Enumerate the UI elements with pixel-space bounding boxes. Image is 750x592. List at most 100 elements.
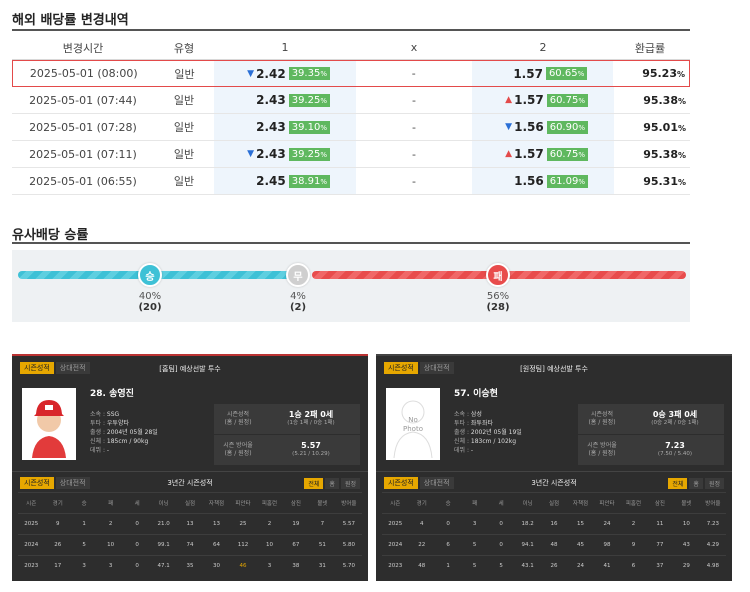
stats-table: 시즌 경기 승 패 세 이닝 실점 자책점 피안타 피홈런 삼진 볼넷 방어율 2025 9 1 2 0 21.0… <box>18 492 362 576</box>
away-odds: 1.57 <box>513 66 543 81</box>
stats-cell: 2025 <box>24 521 39 527</box>
filter-away[interactable]: 원정 <box>704 478 724 489</box>
home-pct-badge: 39.25% <box>288 147 330 161</box>
stats-cell: 2024 <box>24 542 39 548</box>
stats-cell: 7.23 <box>706 521 719 527</box>
stats-cell: 5.70 <box>342 563 355 569</box>
stats-cell: 0 <box>446 521 450 527</box>
stats-cell: 35 <box>186 563 194 569</box>
stats-cell: 4.29 <box>706 542 719 548</box>
header-draw: x <box>410 41 418 54</box>
filter-home[interactable]: 홈 <box>689 478 703 489</box>
player-name: 28. 송영진 <box>90 389 134 399</box>
header-refund: 환급률 <box>634 41 666 55</box>
win-stat: 40% (20) <box>130 291 170 313</box>
season-label: 시즌성적 (홈 / 원정) <box>224 411 252 426</box>
odds-row[interactable]: 2025-05-01 (07:11) 일반 ▼ 2.43 39.25% - ▲ 1.5… <box>12 141 690 168</box>
stats-cell: 2025 <box>388 521 403 527</box>
label-debut: 데뷔 : <box>90 447 105 454</box>
stats-cell: 29 <box>682 563 690 569</box>
loss-dot: 패 <box>486 263 510 287</box>
stats-cell: 1 <box>82 521 86 527</box>
row-time: 2025-05-01 (08:00) <box>29 67 138 80</box>
stats-col-header: 자책점 <box>208 501 225 507</box>
home-down-arrow-icon: ▼ <box>247 149 255 159</box>
away-down-arrow-icon: ▼ <box>505 122 513 132</box>
away-odds: 1.57 <box>514 93 544 107</box>
label-body: 신체 : <box>90 438 105 445</box>
row-draw: - <box>412 147 416 161</box>
stats-cell: 5.80 <box>342 542 355 548</box>
stats-cell: 25 <box>239 521 247 527</box>
stats-cell: 43 <box>682 542 690 548</box>
away-pct: 60.75 <box>549 148 579 160</box>
row-refund: 95.38% <box>643 147 686 161</box>
away-pct-badge: 60.65% <box>545 67 588 80</box>
stats-filters: 전체 홈 원정 <box>668 478 724 489</box>
home-pitcher-panel: 시즌성적 상대전적 [홈팀] 예상선발 투수 28. 송영진 소속 : SSG … <box>12 354 368 581</box>
stats-cell: 0 <box>135 542 139 548</box>
stats-cell: 10 <box>107 542 115 548</box>
stats-cell: 0 <box>499 542 503 548</box>
filter-away[interactable]: 원정 <box>340 478 360 489</box>
stats-cell: 64 <box>213 542 221 548</box>
row-home: 2.43 39.10% <box>214 114 356 140</box>
stats-row: 2025 9 1 2 0 21.0 13 13 25 2 19 7 5.57 <box>18 513 362 534</box>
stats-col-header: 경기 <box>416 501 427 507</box>
stats-table: 시즌 경기 승 패 세 이닝 실점 자책점 피안타 피홈런 삼진 볼넷 방어율 2025 4 0 3 0 18.2… <box>382 492 726 576</box>
stats-cell: 5 <box>472 563 477 569</box>
stats-col-header: 패 <box>472 501 478 507</box>
stats-cell: 4 <box>419 521 424 527</box>
stats-cell: 47.1 <box>157 563 170 569</box>
away-pct-badge: 60.90% <box>546 120 588 134</box>
stats-cell: 10 <box>265 542 273 548</box>
win-count: (20) <box>138 302 162 313</box>
stats-cell: 67 <box>292 542 300 548</box>
stats-cell: 9 <box>55 521 60 527</box>
stats-cell: 16 <box>550 521 558 527</box>
away-pct: 60.65 <box>548 68 578 79</box>
odds-section-title: 해외 배당률 변경내역 <box>12 13 129 28</box>
stats-cell: 98 <box>603 542 611 548</box>
stats-cell: 5.57 <box>342 521 355 527</box>
stats-cell: 38 <box>292 563 300 569</box>
stats-cell: 13 <box>213 521 221 527</box>
player-photo <box>22 388 76 460</box>
stats-cell: 37 <box>656 563 664 569</box>
home-odds: 2.43 <box>256 147 286 161</box>
filter-home[interactable]: 홈 <box>325 478 339 489</box>
player-info: 소속 : 삼성 투타 : 좌투좌타 출생 : 2002년 05월 19일 신체 … <box>454 410 522 455</box>
away-pct: 60.90 <box>549 121 579 133</box>
odds-row[interactable]: 2025-05-01 (08:00) 일반 ▼ 2.42 39.35% - 1.57… <box>12 60 690 87</box>
row-draw: - <box>412 93 416 107</box>
stats-col-header: 패 <box>108 501 114 507</box>
stats-col-header: 세 <box>498 501 504 507</box>
stats-row: 2023 48 1 5 5 43.1 26 24 41 6 37 29 4.98 <box>382 555 726 576</box>
player-team: 삼성 <box>470 411 482 418</box>
stats-cell: 18.2 <box>521 521 534 527</box>
stats-cell: 10 <box>682 521 690 527</box>
odds-row[interactable]: 2025-05-01 (07:44) 일반 2.43 39.25% - ▲ 1.57… <box>12 87 690 114</box>
filter-all[interactable]: 전체 <box>304 478 324 489</box>
odds-row[interactable]: 2025-05-01 (06:55) 일반 2.45 38.91% - 1.56 6… <box>12 168 690 195</box>
stats-cell: 45 <box>577 542 585 548</box>
player-name: 57. 이승현 <box>454 389 498 399</box>
label-team: 소속 : <box>454 411 469 418</box>
away-up-arrow-icon: ▲ <box>505 149 513 159</box>
stats-cell: 112 <box>237 542 249 548</box>
stats-col-header: 시즌 <box>26 501 37 507</box>
era-label: 시즌 방어율 (홈 / 원정) <box>587 442 617 457</box>
odds-row[interactable]: 2025-05-01 (07:28) 일반 2.43 39.10% - ▼ 1.56… <box>12 114 690 141</box>
stats-col-header: 피홈런 <box>261 501 278 507</box>
home-odds: 2.42 <box>256 66 286 81</box>
filter-all[interactable]: 전체 <box>668 478 688 489</box>
similar-section-divider <box>12 242 690 244</box>
stats-cell: 2023 <box>388 563 403 569</box>
stats-cell: 6 <box>631 563 636 569</box>
stats-col-header: 볼넷 <box>681 501 692 507</box>
row-type: 일반 <box>173 94 195 107</box>
stats-cell: 19 <box>292 521 300 527</box>
stats-col-header: 삼진 <box>290 501 301 507</box>
stats-cell: 31 <box>318 563 326 569</box>
row-draw: - <box>411 67 416 80</box>
